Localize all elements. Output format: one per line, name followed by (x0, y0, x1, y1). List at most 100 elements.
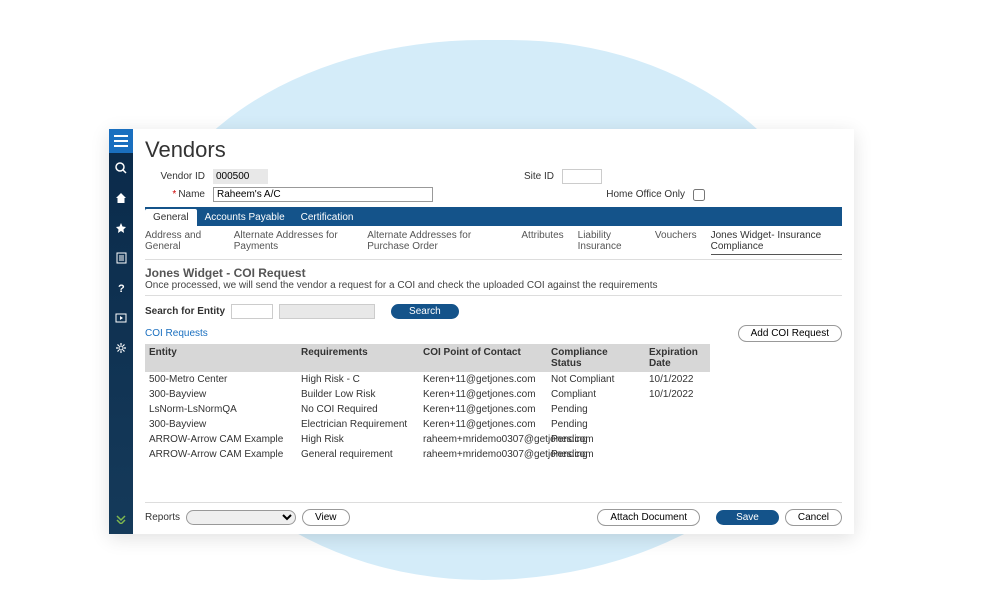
th-requirements: Requirements (297, 344, 419, 372)
required-star: * (172, 189, 176, 200)
hamburger-menu-button[interactable] (109, 129, 133, 153)
table-row[interactable]: LsNorm-LsNormQANo COI RequiredKeren+11@g… (145, 402, 710, 417)
subtab-alt-pay[interactable]: Alternate Addresses for Payments (234, 230, 354, 255)
divider (145, 295, 842, 296)
td-contact: Keren+11@getjones.com (419, 402, 547, 417)
td-requirements: Electrician Requirement (297, 417, 419, 432)
th-status: Compliance Status (547, 344, 645, 372)
th-contact: COI Point of Contact (419, 344, 547, 372)
td-status: Pending (547, 417, 645, 432)
document-icon[interactable] (109, 243, 133, 273)
td-date: 10/1/2022 (645, 372, 710, 387)
td-contact: Keren+11@getjones.com (419, 417, 547, 432)
save-button[interactable]: Save (716, 510, 779, 525)
td-status: Pending (547, 432, 645, 447)
td-status: Compliant (547, 387, 645, 402)
td-date (645, 417, 710, 432)
section-description: Once processed, we will send the vendor … (145, 280, 842, 291)
home-icon[interactable] (109, 183, 133, 213)
tab-general[interactable]: General (145, 209, 197, 226)
collapse-icon[interactable] (109, 504, 133, 534)
td-entity: LsNorm-LsNormQA (145, 402, 297, 417)
requests-row: COI Requests Add COI Request (145, 325, 842, 342)
table-body: 500-Metro CenterHigh Risk - CKeren+11@ge… (145, 372, 710, 462)
vendor-id-input[interactable] (213, 169, 268, 184)
cancel-button[interactable]: Cancel (785, 509, 842, 526)
media-icon[interactable] (109, 303, 133, 333)
attach-document-button[interactable]: Attach Document (597, 509, 700, 526)
td-requirements: Builder Low Risk (297, 387, 419, 402)
td-entity: ARROW-Arrow CAM Example (145, 447, 297, 462)
td-requirements: High Risk (297, 432, 419, 447)
td-date (645, 447, 710, 462)
subtab-liability[interactable]: Liability Insurance (578, 230, 641, 255)
home-office-label: Home Office Only (441, 189, 685, 200)
name-label: *Name (145, 189, 205, 200)
search-button[interactable]: Search (391, 304, 459, 319)
vendor-id-label: Vendor ID (145, 171, 205, 182)
table-row[interactable]: ARROW-Arrow CAM ExampleHigh Riskraheem+m… (145, 432, 710, 447)
th-entity: Entity (145, 344, 297, 372)
table-header: Entity Requirements COI Point of Contact… (145, 344, 710, 372)
search-input-2[interactable] (279, 304, 375, 319)
reports-label: Reports (145, 512, 180, 523)
app-window: ? Vendors Vendor ID Site ID *Name Home O… (109, 129, 854, 534)
svg-text:?: ? (118, 283, 125, 294)
section-title: Jones Widget - COI Request (145, 266, 842, 280)
add-coi-request-button[interactable]: Add COI Request (738, 325, 842, 342)
td-entity: 500-Metro Center (145, 372, 297, 387)
table-row[interactable]: 500-Metro CenterHigh Risk - CKeren+11@ge… (145, 372, 710, 387)
subtab-attributes[interactable]: Attributes (521, 230, 563, 255)
table-row[interactable]: 300-BayviewElectrician RequirementKeren+… (145, 417, 710, 432)
tab-certification[interactable]: Certification (293, 209, 362, 226)
footer: Reports View Attach Document Save Cancel (145, 502, 842, 526)
subtab-address[interactable]: Address and General (145, 230, 220, 255)
home-office-checkbox[interactable] (693, 189, 705, 201)
td-status: Pending (547, 402, 645, 417)
subtab-vouchers[interactable]: Vouchers (655, 230, 697, 255)
td-date (645, 402, 710, 417)
sub-tab-bar: Address and General Alternate Addresses … (145, 226, 842, 260)
td-date: 10/1/2022 (645, 387, 710, 402)
main-content: Vendors Vendor ID Site ID *Name Home Off… (133, 129, 854, 534)
name-row: *Name Home Office Only (145, 187, 842, 202)
td-date (645, 432, 710, 447)
gear-icon[interactable] (109, 333, 133, 363)
subtab-alt-po[interactable]: Alternate Addresses for Purchase Order (367, 230, 507, 255)
td-entity: ARROW-Arrow CAM Example (145, 432, 297, 447)
footer-right: Attach Document Save Cancel (597, 509, 842, 526)
th-date: Expiration Date (645, 344, 710, 372)
tab-accounts-payable[interactable]: Accounts Payable (197, 209, 293, 226)
td-status: Not Compliant (547, 372, 645, 387)
search-icon[interactable] (109, 153, 133, 183)
td-entity: 300-Bayview (145, 387, 297, 402)
td-requirements: No COI Required (297, 402, 419, 417)
td-contact: Keren+11@getjones.com (419, 372, 547, 387)
footer-left: Reports View (145, 509, 350, 526)
help-icon[interactable]: ? (109, 273, 133, 303)
name-input[interactable] (213, 187, 433, 202)
view-button[interactable]: View (302, 509, 350, 526)
page-title: Vendors (145, 137, 842, 163)
coi-table: Entity Requirements COI Point of Contact… (145, 344, 710, 462)
search-row: Search for Entity Search (145, 304, 842, 319)
search-input-1[interactable] (231, 304, 273, 319)
td-contact: raheem+mridemo0307@getjones.com (419, 447, 547, 462)
td-contact: Keren+11@getjones.com (419, 387, 547, 402)
reports-select[interactable] (186, 510, 296, 525)
search-label: Search for Entity (145, 306, 225, 317)
td-contact: raheem+mridemo0307@getjones.com (419, 432, 547, 447)
td-entity: 300-Bayview (145, 417, 297, 432)
coi-requests-link[interactable]: COI Requests (145, 328, 208, 339)
table-row[interactable]: 300-BayviewBuilder Low RiskKeren+11@getj… (145, 387, 710, 402)
star-icon[interactable] (109, 213, 133, 243)
sidebar: ? (109, 129, 133, 534)
site-id-label: Site ID (506, 171, 554, 182)
vendor-id-row: Vendor ID Site ID (145, 169, 842, 184)
subtab-jones-widget[interactable]: Jones Widget- Insurance Compliance (711, 230, 842, 255)
td-requirements: High Risk - C (297, 372, 419, 387)
td-status: Pending (547, 447, 645, 462)
td-requirements: General requirement (297, 447, 419, 462)
table-row[interactable]: ARROW-Arrow CAM ExampleGeneral requireme… (145, 447, 710, 462)
site-id-input[interactable] (562, 169, 602, 184)
